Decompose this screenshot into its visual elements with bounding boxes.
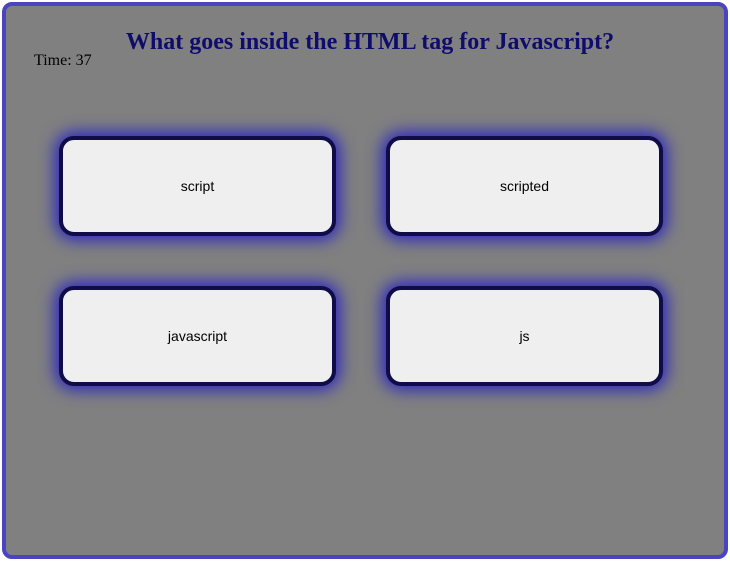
answer-button-1[interactable]: script	[59, 136, 336, 236]
timer-value: 37	[75, 52, 92, 69]
answer-button-2[interactable]: scripted	[386, 136, 663, 236]
timer-label: Time:	[34, 52, 72, 69]
timer: Time: 37	[34, 51, 92, 71]
answer-button-4[interactable]: js	[386, 286, 663, 386]
answer-button-3[interactable]: javascript	[59, 286, 336, 386]
question-heading: What goes inside the HTML tag for Javasc…	[125, 29, 615, 55]
quiz-container: What goes inside the HTML tag for Javasc…	[2, 2, 728, 559]
